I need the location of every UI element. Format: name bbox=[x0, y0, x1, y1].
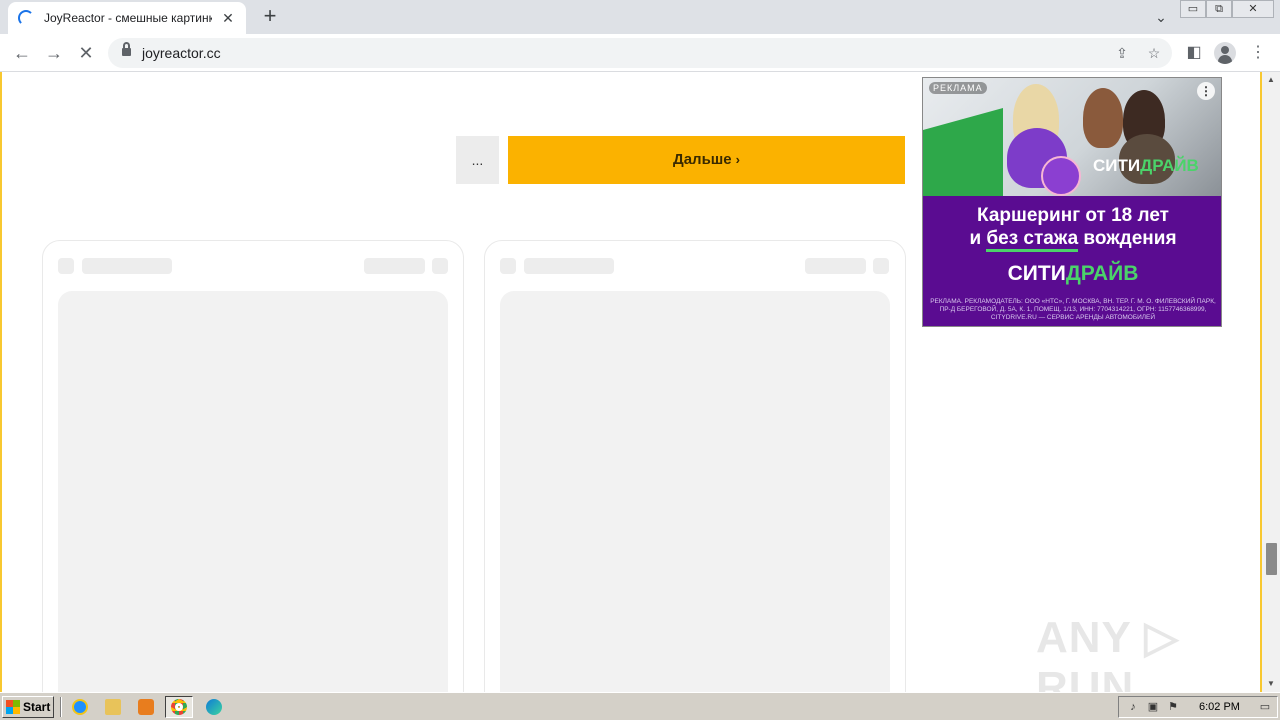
next-page-label: Дальше bbox=[673, 151, 732, 168]
skeleton-avatar bbox=[58, 258, 74, 274]
window-controls: ▭ ⧉ ✕ bbox=[1180, 0, 1274, 18]
url-text[interactable]: joyreactor.cc bbox=[142, 45, 221, 61]
forward-button[interactable]: → bbox=[42, 41, 66, 65]
tab-close-icon[interactable]: ✕ bbox=[220, 10, 236, 27]
next-page-button[interactable]: Дальше › bbox=[508, 136, 905, 184]
scroll-down-arrow-icon[interactable]: ▼ bbox=[1262, 676, 1280, 692]
skeleton-author bbox=[82, 258, 172, 274]
restore-button[interactable]: ⧉ bbox=[1206, 0, 1232, 18]
skeleton-author bbox=[524, 258, 614, 274]
taskbar-divider bbox=[60, 697, 62, 717]
ad-brand-logo: СИТИДРАЙВ bbox=[1007, 262, 1139, 285]
internet-explorer-icon[interactable] bbox=[66, 696, 94, 718]
windows-logo-icon bbox=[6, 700, 20, 714]
scroll-thumb[interactable] bbox=[1266, 543, 1277, 575]
taskbar: Start ♪ ▣ ⚑ 6:02 PM ▭ bbox=[0, 692, 1280, 720]
skeleton-menu bbox=[873, 258, 889, 274]
chevron-right-icon: › bbox=[735, 152, 740, 167]
lock-icon[interactable] bbox=[122, 42, 131, 57]
action-center-flag-icon[interactable]: ⚑ bbox=[1165, 700, 1181, 714]
anyrun-watermark: ANY ▷ RUN bbox=[1036, 613, 1180, 692]
skeleton-menu bbox=[432, 258, 448, 274]
chrome-icon[interactable] bbox=[165, 696, 193, 718]
file-explorer-icon[interactable] bbox=[99, 696, 127, 718]
stop-loading-button[interactable]: ✕ bbox=[74, 41, 98, 65]
edge-icon[interactable] bbox=[200, 696, 228, 718]
ad-options-icon[interactable]: ⋮ bbox=[1197, 82, 1215, 100]
show-desktop-icon[interactable]: ▭ bbox=[1257, 700, 1273, 714]
tab-search-icon[interactable]: ⌄ bbox=[1150, 6, 1172, 28]
scroll-up-arrow-icon[interactable]: ▲ bbox=[1262, 72, 1280, 88]
pagination-dots-button[interactable]: ... bbox=[456, 136, 499, 184]
skeleton-media bbox=[58, 291, 448, 692]
start-button[interactable]: Start bbox=[2, 696, 54, 718]
ad-headline: Каршеринг от 18 лет и без стажа вождения bbox=[923, 204, 1221, 252]
tab-joyreactor[interactable]: JoyReactor - смешные картинки и ✕ bbox=[8, 2, 246, 34]
minimize-button[interactable]: ▭ bbox=[1180, 0, 1206, 18]
system-tray: ♪ ▣ ⚑ 6:02 PM ▭ bbox=[1118, 696, 1278, 718]
post-card-skeleton bbox=[484, 240, 906, 692]
browser-toolbar: ← → ✕ joyreactor.cc ⇪ ☆ ◧ ⋮ bbox=[0, 34, 1280, 72]
skeleton-avatar bbox=[500, 258, 516, 274]
page-viewport: ... Дальше › РЕКЛАМА ⋮ СИТИДРАЙВ Каршери… bbox=[0, 72, 1280, 692]
bookmark-star-icon[interactable]: ☆ bbox=[1145, 44, 1163, 62]
side-panel-icon[interactable]: ◧ bbox=[1182, 41, 1206, 65]
profile-avatar-icon[interactable] bbox=[1214, 42, 1236, 64]
skeleton-date bbox=[364, 258, 425, 274]
loading-spinner-icon bbox=[18, 10, 34, 26]
taskbar-clock[interactable]: 6:02 PM bbox=[1199, 701, 1240, 713]
tab-strip: JoyReactor - смешные картинки и ✕ + ⌄ ▭ … bbox=[0, 0, 1280, 34]
ad-brand-top: СИТИДРАЙВ bbox=[1093, 156, 1199, 175]
volume-icon[interactable]: ♪ bbox=[1125, 700, 1141, 714]
citydrive-advertisement[interactable]: РЕКЛАМА ⋮ СИТИДРАЙВ Каршеринг от 18 лет … bbox=[922, 77, 1222, 327]
window-close-button[interactable]: ✕ bbox=[1232, 0, 1274, 18]
skeleton-media bbox=[500, 291, 890, 692]
page-border-left bbox=[0, 72, 2, 692]
skeleton-date bbox=[805, 258, 866, 274]
post-card-skeleton bbox=[42, 240, 464, 692]
media-player-icon[interactable] bbox=[132, 696, 160, 718]
new-tab-button[interactable]: + bbox=[258, 4, 282, 28]
network-icon[interactable]: ▣ bbox=[1145, 700, 1161, 714]
share-icon[interactable]: ⇪ bbox=[1113, 44, 1131, 62]
heart-hand-icon bbox=[1041, 156, 1081, 196]
back-button[interactable]: ← bbox=[10, 41, 34, 65]
address-bar[interactable]: joyreactor.cc ⇪ ☆ bbox=[108, 38, 1172, 68]
browser-menu-icon[interactable]: ⋮ bbox=[1246, 41, 1270, 65]
vertical-scrollbar[interactable]: ▲ ▼ bbox=[1262, 72, 1280, 692]
ad-legal-text: РЕКЛАМА. РЕКЛАМОДАТЕЛЬ: ООО «НТС», Г. МО… bbox=[930, 298, 1216, 321]
ad-label: РЕКЛАМА bbox=[929, 82, 987, 94]
tab-title: JoyReactor - смешные картинки и bbox=[44, 11, 212, 25]
start-label: Start bbox=[23, 700, 51, 714]
